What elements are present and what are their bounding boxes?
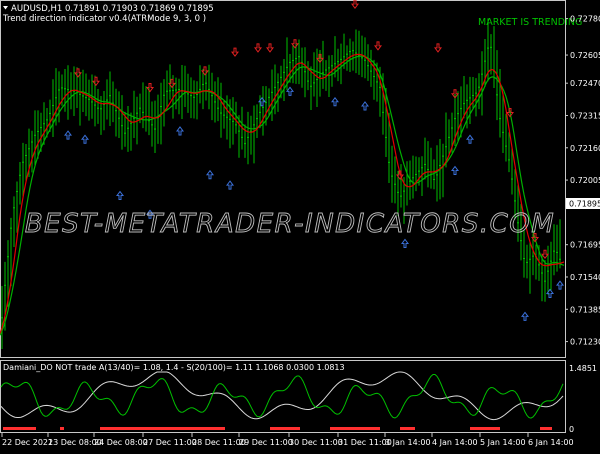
time-label: 24 Dec 08:00 bbox=[94, 438, 148, 447]
price-label: 0.72315 bbox=[570, 111, 600, 120]
indicator-line: Trend direction indicator v0.4(ATRMode 9… bbox=[2, 14, 206, 24]
price-label: 0.71385 bbox=[570, 305, 600, 314]
time-label: 3 Jan 14:00 bbox=[385, 438, 431, 447]
time-label: 28 Dec 11:00 bbox=[192, 438, 246, 447]
no-trade-bar bbox=[400, 427, 415, 430]
no-trade-bar bbox=[330, 427, 380, 430]
time-label: 5 Jan 14:00 bbox=[480, 438, 526, 447]
price-label: 0.72470 bbox=[570, 79, 600, 88]
time-label: 29 Dec 11:00 bbox=[239, 438, 293, 447]
time-label: 27 Dec 11:00 bbox=[143, 438, 197, 447]
watermark-text: BEST-METATRADER-INDICATORS.COM bbox=[25, 209, 555, 239]
price-label: 0.71230 bbox=[570, 338, 600, 347]
no-trade-bar bbox=[540, 427, 552, 430]
damiani-label: Damiani_DO NOT trade A(13/40)= 1.08, 1.4… bbox=[3, 363, 345, 372]
time-label: 30 Dec 11:00 bbox=[289, 438, 343, 447]
symbol-line: AUDUSD,H1 0.71891 0.71903 0.71869 0.7189… bbox=[11, 4, 214, 14]
no-trade-bar bbox=[3, 427, 36, 430]
symbol-header: AUDUSD,H1 0.71891 0.71903 0.71869 0.7189… bbox=[2, 4, 214, 24]
no-trade-bar bbox=[100, 427, 225, 430]
price-label: 0.72005 bbox=[570, 176, 600, 185]
time-label: 22 Dec 2021 bbox=[2, 438, 53, 447]
price-label: 0.71695 bbox=[570, 241, 600, 250]
price-label: 0.71540 bbox=[570, 273, 600, 282]
no-trade-bar bbox=[60, 427, 64, 430]
chart-canvas[interactable]: BEST-METATRADER-INDICATORS.COM AUDUSD,H1… bbox=[0, 0, 600, 450]
subwindow-min-label: 0 bbox=[569, 425, 574, 434]
time-label: 6 Jan 14:00 bbox=[528, 438, 574, 447]
time-label: 4 Jan 14:00 bbox=[432, 438, 478, 447]
subwindow-max-label: 1.4851 bbox=[569, 364, 597, 373]
no-trade-bar bbox=[470, 427, 500, 430]
price-label: 0.72160 bbox=[570, 144, 600, 153]
current-price-value: 0.71895 bbox=[569, 200, 600, 209]
current-price-tag: 0.71895 bbox=[566, 198, 600, 209]
mt4-chart-window[interactable]: BEST-METATRADER-INDICATORS.COM AUDUSD,H1… bbox=[0, 0, 600, 450]
price-label: 0.72605 bbox=[570, 51, 600, 60]
no-trade-bar bbox=[270, 427, 300, 430]
price-label: 0.72780 bbox=[570, 15, 600, 24]
time-label: 31 Dec 11:00 bbox=[338, 438, 392, 447]
